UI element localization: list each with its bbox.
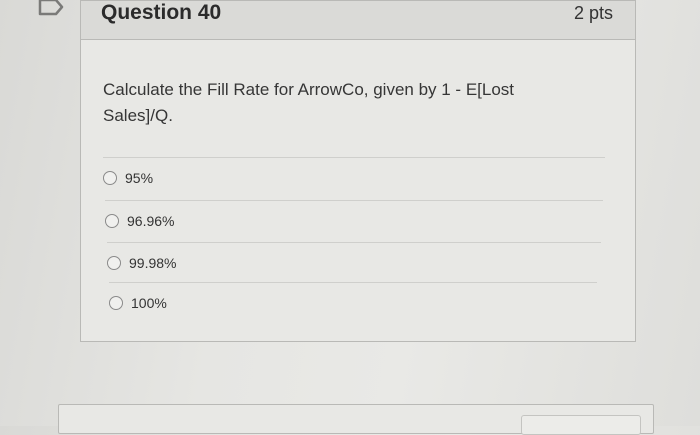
answer-option[interactable]: 96.96%: [105, 200, 603, 241]
answer-option[interactable]: 100%: [109, 282, 597, 323]
answer-option[interactable]: 95%: [103, 157, 605, 198]
answer-label: 99.98%: [129, 255, 177, 271]
next-question-card: [58, 404, 654, 435]
question-points: 2 pts: [573, 3, 613, 23]
question-title: Question 40: [101, 1, 222, 24]
radio-button[interactable]: [103, 171, 117, 185]
radio-button[interactable]: [107, 256, 121, 270]
answer-option[interactable]: 99.98%: [107, 242, 601, 283]
answer-label: 100%: [131, 295, 167, 311]
radio-button[interactable]: [105, 214, 119, 228]
question-text: Calculate the Fill Rate for ArrowCo, giv…: [103, 80, 515, 125]
flag-question-icon[interactable]: [36, 0, 66, 20]
question-header: Question 40 2 pts: [81, 1, 635, 40]
answer-label: 96.96%: [127, 213, 175, 229]
question-card: Question 40 2 pts Calculate the Fill Rat…: [80, 0, 636, 342]
next-question-button[interactable]: [521, 415, 641, 435]
radio-button[interactable]: [109, 296, 123, 310]
answer-label: 95%: [125, 170, 154, 186]
